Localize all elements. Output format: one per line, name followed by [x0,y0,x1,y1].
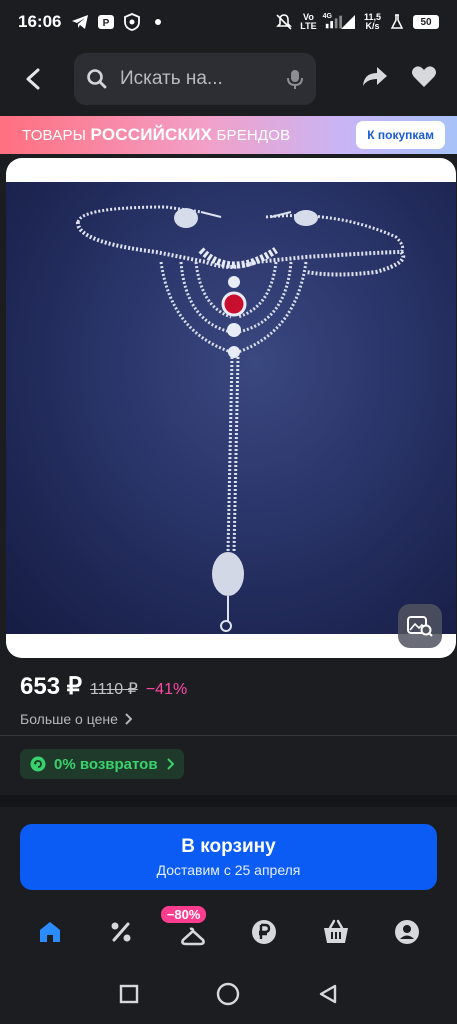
product-photo[interactable] [6,182,456,634]
price-block: 653 ₽ 1110 ₽ −41% Больше о цене [20,672,187,727]
profile-icon [395,920,420,944]
fashion-icon [180,927,205,946]
svg-text:P: P [103,18,110,29]
search-placeholder: Искать на... [120,68,223,89]
search-icon [87,69,107,89]
tab-discounts[interactable] [99,910,143,954]
status-bar: 16:06 P Vo LTE 4G 11,5 K/s 50 [0,0,457,44]
signal-icon [324,13,342,31]
more-price-label: Больше о цене [20,711,118,727]
tab-cart[interactable] [314,910,358,954]
back-system-button[interactable] [317,983,339,1010]
telegram-icon [71,13,89,31]
delivery-date: Доставим с 25 апреля [156,862,301,878]
circle-icon [216,982,239,1005]
top-navigation: Искать на... [0,52,457,106]
home-system-button[interactable] [216,982,240,1011]
flask-icon [388,13,406,31]
volte-label: Vo LTE [300,12,317,31]
tab-ruble[interactable] [242,910,286,954]
back-button[interactable] [14,59,54,99]
share-button[interactable] [361,65,389,94]
return-icon [30,756,46,772]
heart-icon [412,65,436,87]
signal-icon-2 [339,13,357,31]
microphone-icon [287,70,303,89]
net-speed: 11,5 K/s [363,12,381,31]
system-navigation-bar [0,968,457,1024]
percent-icon [111,922,131,942]
promo-badge: −80% [160,906,207,923]
square-icon [119,984,138,1003]
divider [0,735,457,736]
chevron-right-icon [125,713,132,725]
tab-fashion[interactable]: −80% [160,906,215,954]
chevron-left-icon [26,68,40,90]
share-icon [363,66,387,86]
basket-icon [323,919,348,943]
tab-profile[interactable] [385,910,429,954]
old-price: 1110 ₽ [89,681,138,698]
status-time: 16:06 [18,12,62,31]
recent-apps-button[interactable] [119,984,139,1009]
status-notification-icons: P [71,13,167,31]
add-to-cart-button[interactable]: В корзину Доставим с 25 апреля [20,824,437,890]
app-notification-icon: P [97,13,115,31]
image-search-icon [407,616,433,637]
current-price: 653 ₽ [20,673,82,700]
home-icon [39,922,60,942]
dot-icon [149,13,167,31]
favorite-button[interactable] [411,65,437,94]
find-similar-button[interactable] [398,604,442,648]
ruble-icon [252,920,277,944]
status-system-icons: Vo LTE 4G 11,5 K/s 50 [275,13,439,31]
section-separator [0,795,457,807]
product-image-card[interactable] [6,158,456,658]
bottom-tab-bar: −80% [0,906,457,958]
more-about-price-link[interactable]: Больше о цене [20,711,187,727]
battery-indicator: 50 [413,15,439,29]
chevron-right-icon [166,758,174,770]
returns-label: 0% возвратов [54,755,158,773]
discount-percent: −41% [145,681,188,698]
jewelry-chain-image [76,205,406,632]
triangle-back-icon [319,984,336,1003]
shield-notification-icon [123,13,141,31]
cart-button-label: В корзину [181,836,276,857]
promo-banner[interactable]: ТОВАРЫ РОССИЙСКИХ БРЕНДОВ К покупкам [0,116,457,154]
shop-now-button[interactable]: К покупкам [356,121,445,149]
tab-home[interactable] [28,910,72,954]
mute-icon [275,13,293,31]
search-input[interactable]: Искать на... [74,53,316,105]
returns-badge[interactable]: 0% возвратов [20,749,184,779]
banner-text: ТОВАРЫ РОССИЙСКИХ БРЕНДОВ [22,125,291,144]
